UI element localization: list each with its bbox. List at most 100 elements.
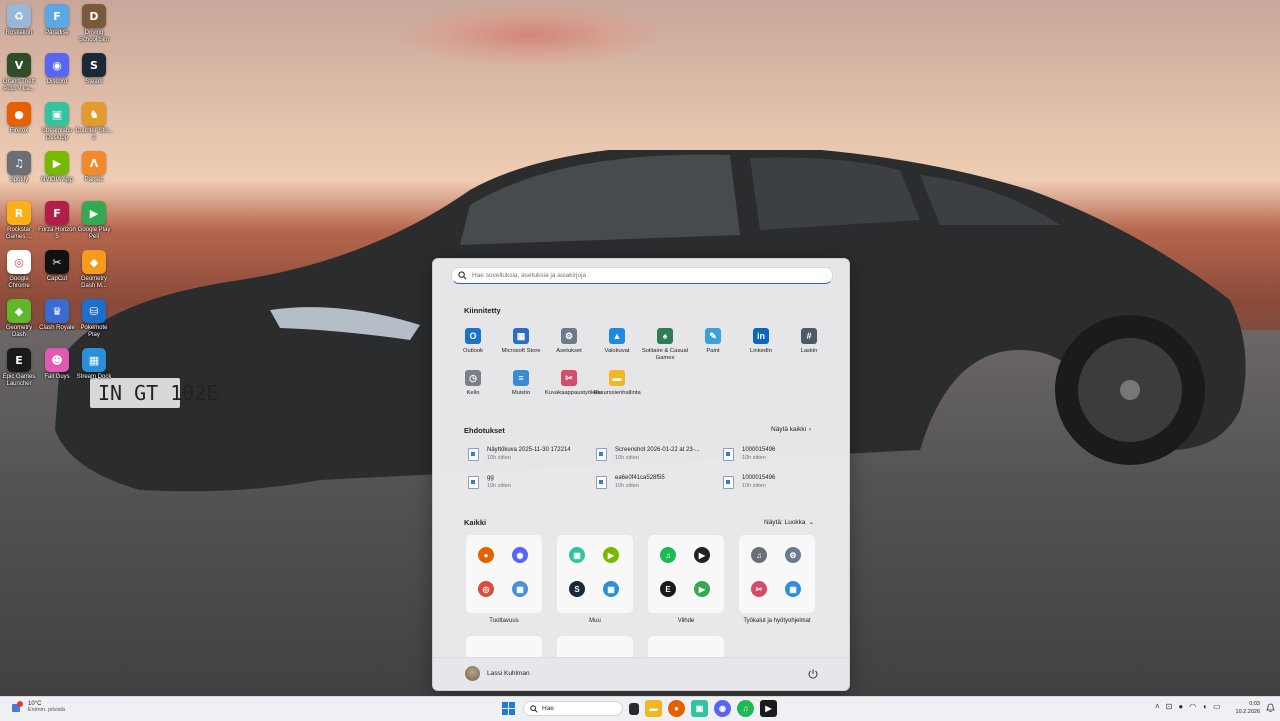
pinned-app[interactable]: ✂ Kuvakaappaustyökalu — [545, 370, 602, 397]
pinned-app[interactable]: ≡ Muistio — [497, 370, 545, 397]
app-group[interactable]: ● ◉ ◎ ▦ — [466, 535, 542, 613]
desktop-icon-label: Fall Guys — [44, 374, 70, 380]
desktop-icon[interactable]: E Epic Games Launcher — [0, 348, 38, 388]
start-search-input[interactable] — [472, 272, 812, 279]
desktop-icon[interactable]: D Driving School Sim — [75, 4, 113, 44]
streamlabs-icon[interactable]: ▣ — [691, 700, 708, 717]
file-explorer-icon[interactable]: ▬ — [645, 700, 662, 717]
app-group[interactable]: ♫ ▶ E ▶ — [648, 535, 724, 613]
suggestion-item[interactable]: Näyttökuva 2025-11-30 172214 10h sitten — [468, 447, 593, 467]
taskbar-search[interactable]: Hae — [523, 701, 623, 716]
nvidia-icon[interactable]: ▶ — [760, 700, 777, 717]
app-icon[interactable]: ♫ — [660, 547, 676, 563]
desktop-icon[interactable]: ▦ Stream Dock — [75, 348, 113, 381]
app-icon[interactable]: ⚙ — [785, 547, 801, 563]
app-icon[interactable]: ▦ — [512, 581, 528, 597]
task-view-icon[interactable] — [629, 702, 639, 715]
app-icon[interactable]: ◉ — [512, 547, 528, 563]
show-all-suggestions-button[interactable]: Näytä kaikki › — [771, 426, 811, 433]
desktop-icon[interactable]: F Paradise — [38, 4, 76, 37]
avatar[interactable] — [465, 666, 480, 681]
file-icon — [468, 476, 479, 489]
desktop-icon[interactable]: Λ Parsec — [75, 151, 113, 184]
desktop-icon[interactable]: ● Firefox — [0, 102, 38, 135]
desktop-icon[interactable]: ⛁ Pokemote Play — [75, 299, 113, 339]
windows-start-icon[interactable] — [500, 700, 517, 717]
desktop-icon-label: Roskakori — [5, 30, 33, 36]
wifi-icon[interactable]: ◠ — [1189, 702, 1196, 711]
desktop-icon[interactable]: ♫ Spotify — [0, 151, 38, 184]
pinned-app[interactable]: ◷ Kello — [449, 370, 497, 397]
start-search-box[interactable] — [451, 267, 833, 284]
suggestion-item[interactable]: ea6e0f41ca528f55 10h sitten — [596, 475, 721, 495]
suggestion-time: 10h sitten — [742, 483, 766, 489]
app-group-label: Viihde — [677, 618, 695, 624]
app-icon[interactable]: ▶ — [603, 547, 619, 563]
desktop-icon[interactable]: ♞ Counter-Stri... 2 — [75, 102, 113, 142]
desktop-icon[interactable]: ▣ Streamlabs Desktop — [38, 102, 76, 142]
pinned-app[interactable]: in LinkedIn — [737, 328, 785, 355]
pinned-app[interactable]: ✎ Paint — [689, 328, 737, 355]
app-icon[interactable]: ◎ — [478, 581, 494, 597]
suggestion-item[interactable]: gg 10h sitten — [468, 475, 593, 495]
notification-bell-icon[interactable] — [1266, 703, 1275, 713]
desktop-icon[interactable]: ♛ Clash Royale — [38, 299, 76, 332]
desktop-icon[interactable]: R Rockstar Games ... — [0, 201, 38, 241]
suggestion-item[interactable]: 1000015496 10h sitten — [723, 475, 848, 495]
desktop-icon[interactable]: ▶ NVIDIA App — [38, 151, 76, 184]
battery-icon[interactable]: ▭ — [1213, 702, 1221, 711]
desktop-icon-label: Geometry Dash M... — [80, 276, 108, 289]
weather-widget[interactable]: 10°C Enimm. pilvistä — [10, 700, 65, 714]
desktop-icon[interactable]: ☻ Fall Guys — [38, 348, 76, 381]
desktop-icon[interactable]: ✂ CapCut — [38, 250, 76, 283]
pinned-app[interactable]: O Outlook — [449, 328, 497, 355]
mic-icon[interactable]: ● — [1178, 702, 1183, 711]
desktop-icon-label: Firefox — [9, 128, 29, 134]
desktop-icon[interactable]: ◆ Geometry Dash — [0, 299, 38, 339]
file-icon — [468, 448, 479, 461]
volume-icon[interactable]: ◖ — [1202, 702, 1207, 711]
pinned-app[interactable]: # Laskin — [785, 328, 833, 355]
pinned-app[interactable]: ♠ Solitaire & Casual Games — [641, 328, 689, 362]
desktop-icon[interactable]: ◎ Google Chrome — [0, 250, 38, 290]
app-icon[interactable]: ▣ — [569, 547, 585, 563]
desktop-icon[interactable]: ◉ Discord — [38, 53, 76, 86]
pinned-app[interactable]: ▬ Resurssienhallinta — [593, 370, 641, 397]
app-icon: ▲ — [609, 328, 625, 344]
chevron-up-icon[interactable]: ˄ — [1155, 702, 1160, 711]
suggestion-item[interactable]: Screenshot 2026-01-22 at 23-... 10h sitte… — [596, 447, 721, 467]
app-icon[interactable]: ▦ — [603, 581, 619, 597]
clock[interactable]: 0:03 10.2.2026 — [1232, 700, 1260, 716]
app-icon: D — [82, 4, 106, 28]
app-group[interactable]: ♫ ⚙ ✂ ▦ — [739, 535, 815, 613]
desktop-icon[interactable]: V Grand Theft Auto V La... — [0, 53, 38, 93]
desktop-icon[interactable]: F Forza Horizon 5 — [38, 201, 76, 241]
app-icon[interactable]: ▦ — [785, 581, 801, 597]
app-icon[interactable]: ♫ — [751, 547, 767, 563]
power-icon[interactable] — [807, 668, 819, 680]
app-icon: ▦ — [82, 348, 106, 372]
app-icon[interactable]: ▶ — [694, 547, 710, 563]
desktop-icon[interactable]: ◆ Geometry Dash M... — [75, 250, 113, 290]
pinned-app[interactable]: ▲ Valokuvat — [593, 328, 641, 355]
pinned-app[interactable]: ▦ Microsoft Store — [497, 328, 545, 355]
desktop-icon[interactable]: ▶ Google Play Peli — [75, 201, 113, 241]
view-mode-label: Näytä: Luokka — [764, 518, 806, 526]
app-group[interactable]: ▣ ▶ S ▦ — [557, 535, 633, 613]
discord-icon[interactable]: ◉ — [714, 700, 731, 717]
desktop-icon[interactable]: ♻ Roskakori — [0, 4, 38, 37]
view-mode-dropdown[interactable]: Näytä: Luokka ⌄ — [764, 518, 814, 527]
app-icon[interactable]: S — [569, 581, 585, 597]
app-icon[interactable]: ✂ — [751, 581, 767, 597]
spotify-icon[interactable]: ♫ — [737, 700, 754, 717]
app-icon[interactable]: ● — [478, 547, 494, 563]
pinned-app[interactable]: ⚙ Asetukset — [545, 328, 593, 355]
user-name[interactable]: Lassi Kuhlman — [487, 670, 530, 677]
firefox-icon[interactable]: ● — [668, 700, 685, 717]
app-icon[interactable]: E — [660, 581, 676, 597]
app-icon: Λ — [82, 151, 106, 175]
desktop-icon[interactable]: S Steam — [75, 53, 113, 86]
app-icon[interactable]: ▶ — [694, 581, 710, 597]
network-icon[interactable]: ⊡ — [1166, 702, 1173, 711]
suggestion-item[interactable]: 1000015496 10h sitten — [723, 447, 848, 467]
